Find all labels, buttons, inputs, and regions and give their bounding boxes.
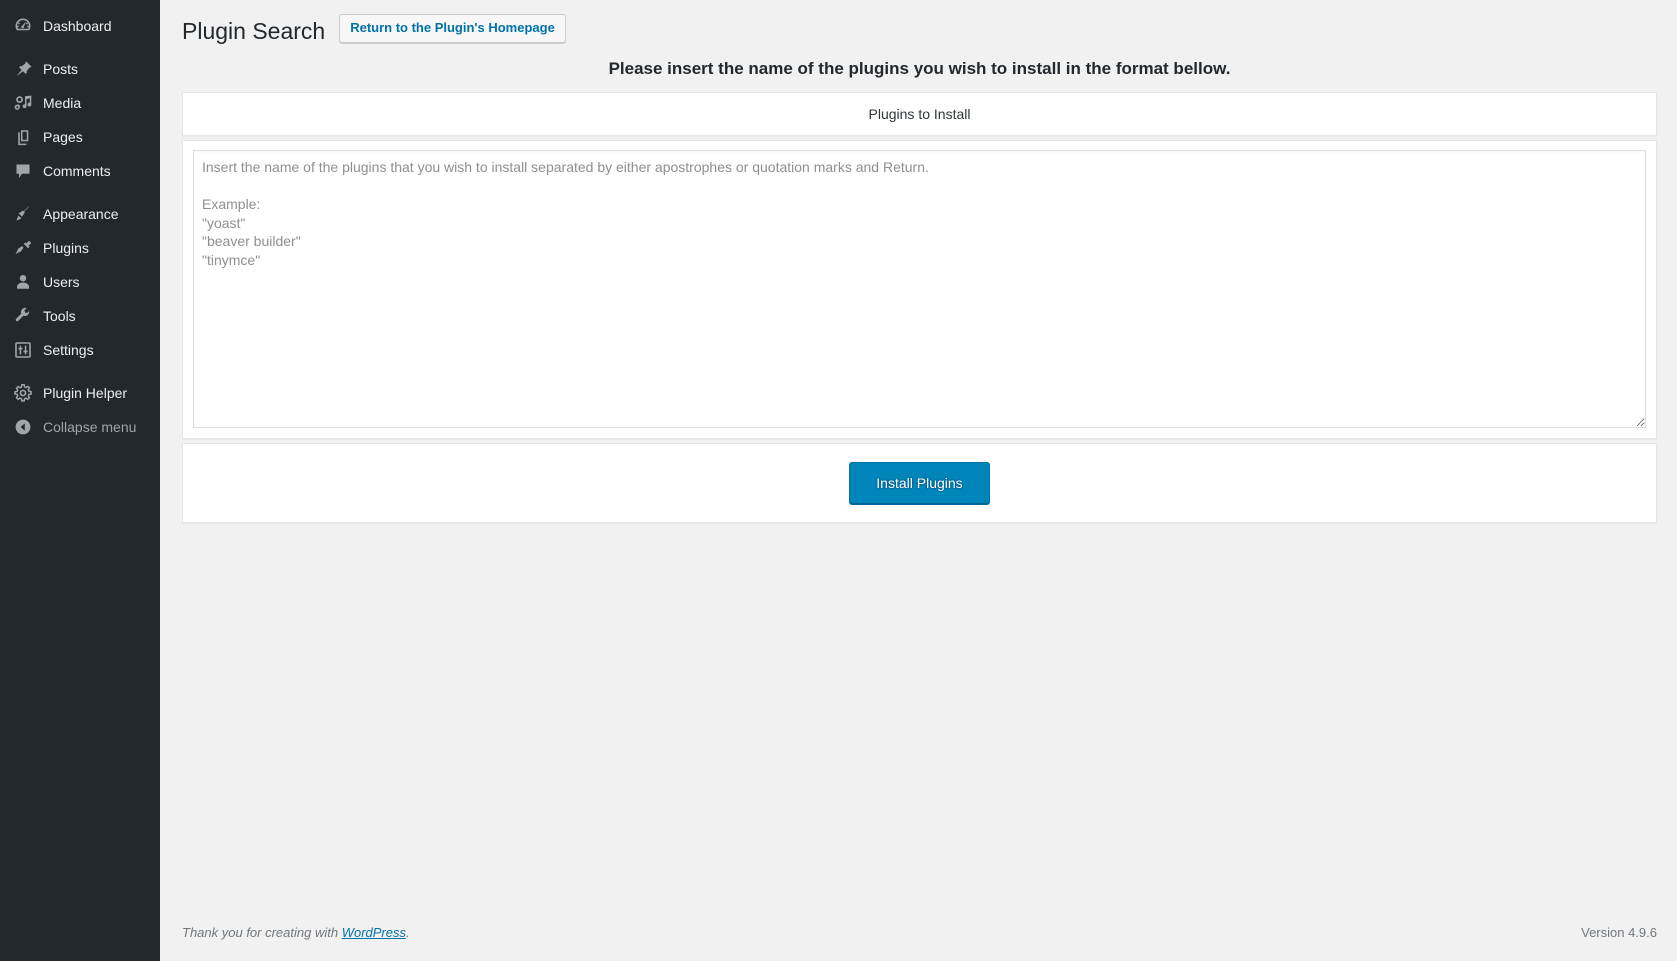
sidebar-item-plugins[interactable]: Plugins bbox=[0, 231, 160, 265]
paintbrush-icon bbox=[12, 203, 34, 225]
collapse-arrow-icon bbox=[12, 416, 34, 438]
admin-footer: Thank you for creating with WordPress. V… bbox=[160, 901, 1677, 961]
pages-icon bbox=[12, 126, 34, 148]
admin-sidebar: Dashboard Posts Media Pages Comments App… bbox=[0, 0, 160, 961]
sidebar-group-dashboard: Dashboard bbox=[0, 9, 160, 43]
sidebar-item-label: Media bbox=[43, 95, 82, 111]
return-to-plugin-homepage-button[interactable]: Return to the Plugin's Homepage bbox=[339, 14, 566, 43]
lead-instruction-text: Please insert the name of the plugins yo… bbox=[608, 59, 1231, 78]
sidebar-item-users[interactable]: Users bbox=[0, 265, 160, 299]
admin-screen: Dashboard Posts Media Pages Comments App… bbox=[0, 0, 1677, 961]
plug-icon bbox=[12, 237, 34, 259]
content-wrap: Plugin Search Return to the Plugin's Hom… bbox=[160, 0, 1677, 523]
sidebar-gap-2 bbox=[0, 188, 160, 197]
comment-icon bbox=[12, 160, 34, 182]
sidebar-item-tools[interactable]: Tools bbox=[0, 299, 160, 333]
sidebar-item-label: Users bbox=[43, 274, 80, 290]
footer-version: Version 4.9.6 bbox=[1581, 925, 1657, 940]
submit-container: Install Plugins bbox=[183, 444, 1656, 522]
sidebar-item-label: Plugins bbox=[43, 240, 89, 256]
sidebar-item-posts[interactable]: Posts bbox=[0, 52, 160, 86]
dashboard-icon bbox=[12, 15, 34, 37]
footer-credit: Thank you for creating with WordPress. bbox=[182, 925, 410, 940]
collapse-menu-label: Collapse menu bbox=[43, 419, 137, 435]
sidebar-item-label: Settings bbox=[43, 342, 94, 358]
sidebar-group-admin: Appearance Plugins Users Tools Settings bbox=[0, 197, 160, 367]
sidebar-item-label: Pages bbox=[43, 129, 83, 145]
sidebar-item-settings[interactable]: Settings bbox=[0, 333, 160, 367]
page-header: Plugin Search Return to the Plugin's Hom… bbox=[182, 0, 1657, 48]
sidebar-item-media[interactable]: Media bbox=[0, 86, 160, 120]
gear-icon bbox=[12, 382, 34, 404]
wrench-icon bbox=[12, 305, 34, 327]
user-icon bbox=[12, 271, 34, 293]
sidebar-item-label: Comments bbox=[43, 163, 111, 179]
sidebar-item-pages[interactable]: Pages bbox=[0, 120, 160, 154]
sidebar-item-comments[interactable]: Comments bbox=[0, 154, 160, 188]
sidebar-item-label: Dashboard bbox=[43, 18, 112, 34]
plugins-panel-header: Plugins to Install bbox=[182, 92, 1657, 136]
plugins-panel-body bbox=[182, 140, 1657, 439]
page-title: Plugin Search bbox=[182, 17, 326, 44]
sidebar-top-gap bbox=[0, 0, 160, 9]
textarea-container bbox=[183, 141, 1656, 438]
sidebar-item-dashboard[interactable]: Dashboard bbox=[0, 9, 160, 43]
media-icon bbox=[12, 92, 34, 114]
sidebar-gap-3 bbox=[0, 367, 160, 376]
footer-credit-suffix: . bbox=[406, 925, 410, 940]
sidebar-item-label: Tools bbox=[43, 308, 76, 324]
panel-title: Plugins to Install bbox=[868, 106, 971, 122]
sidebar-gap-1 bbox=[0, 43, 160, 52]
collapse-menu-button[interactable]: Collapse menu bbox=[0, 410, 160, 444]
footer-row: Thank you for creating with WordPress. V… bbox=[182, 911, 1657, 940]
footer-credit-prefix: Thank you for creating with bbox=[182, 925, 342, 940]
main-content: Plugin Search Return to the Plugin's Hom… bbox=[160, 0, 1677, 961]
plugins-to-install-textarea[interactable] bbox=[193, 150, 1646, 428]
pin-icon bbox=[12, 58, 34, 80]
sidebar-item-label: Posts bbox=[43, 61, 79, 77]
install-plugins-button[interactable]: Install Plugins bbox=[849, 462, 990, 504]
sidebar-item-appearance[interactable]: Appearance bbox=[0, 197, 160, 231]
wordpress-link[interactable]: WordPress bbox=[342, 925, 406, 940]
sidebar-item-label: Appearance bbox=[43, 206, 119, 222]
sidebar-group-content: Posts Media Pages Comments bbox=[0, 52, 160, 188]
sidebar-item-plugin-helper[interactable]: Plugin Helper bbox=[0, 376, 160, 410]
sidebar-item-label: Plugin Helper bbox=[43, 385, 128, 401]
sliders-icon bbox=[12, 339, 34, 361]
sidebar-group-plugin-helper: Plugin Helper Collapse menu bbox=[0, 376, 160, 444]
plugins-panel-footer: Install Plugins bbox=[182, 443, 1657, 523]
